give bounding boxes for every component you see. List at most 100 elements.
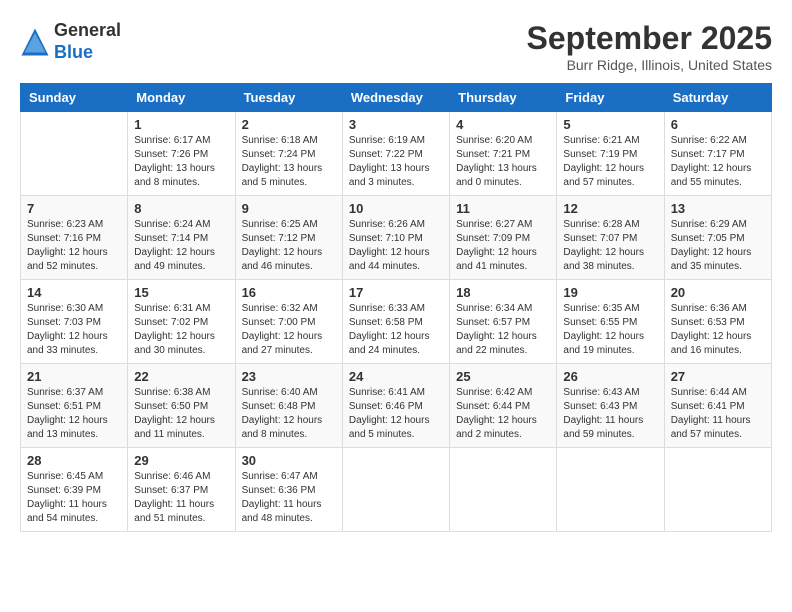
calendar-day-cell: 6 Sunrise: 6:22 AM Sunset: 7:17 PM Daylig…: [664, 112, 771, 196]
day-number: 19: [563, 285, 657, 300]
title-block: September 2025 Burr Ridge, Illinois, Uni…: [527, 20, 772, 73]
day-number: 15: [134, 285, 228, 300]
day-number: 17: [349, 285, 443, 300]
day-number: 23: [242, 369, 336, 384]
day-info: Sunrise: 6:35 AM Sunset: 6:55 PM Dayligh…: [563, 302, 657, 358]
calendar-day-cell: 27 Sunrise: 6:44 AM Sunset: 6:41 PM Dayli…: [664, 364, 771, 448]
day-info: Sunrise: 6:41 AM Sunset: 6:46 PM Dayligh…: [349, 386, 443, 442]
calendar-day-cell: [557, 448, 664, 532]
day-of-week-header: Sunday: [21, 84, 128, 112]
day-info: Sunrise: 6:18 AM Sunset: 7:24 PM Dayligh…: [242, 134, 336, 190]
calendar-week-row: 21Sunrise: 6:37 AM Sunset: 6:51 PM Dayli…: [21, 364, 772, 448]
month-title: September 2025: [527, 20, 772, 57]
calendar-week-row: 28 Sunrise: 6:45 AM Sunset: 6:39 PM Dayli…: [21, 448, 772, 532]
calendar-day-cell: 11 Sunrise: 6:27 AM Sunset: 7:09 PM Dayli…: [450, 196, 557, 280]
calendar-day-cell: 12 Sunrise: 6:28 AM Sunset: 7:07 PM Dayli…: [557, 196, 664, 280]
day-number: 10: [349, 201, 443, 216]
location: Burr Ridge, Illinois, United States: [527, 57, 772, 73]
day-number: 27: [671, 369, 765, 384]
day-number: 20: [671, 285, 765, 300]
day-info: Sunrise: 6:20 AM Sunset: 7:21 PM Dayligh…: [456, 134, 550, 190]
logo: General Blue: [20, 20, 121, 63]
calendar-day-cell: 25 Sunrise: 6:42 AM Sunset: 6:44 PM Dayli…: [450, 364, 557, 448]
calendar-day-cell: [664, 448, 771, 532]
calendar-day-cell: 28 Sunrise: 6:45 AM Sunset: 6:39 PM Dayli…: [21, 448, 128, 532]
calendar-day-cell: 13 Sunrise: 6:29 AM Sunset: 7:05 PM Dayli…: [664, 196, 771, 280]
calendar-day-cell: 4 Sunrise: 6:20 AM Sunset: 7:21 PM Daylig…: [450, 112, 557, 196]
day-info: Sunrise: 6:22 AM Sunset: 7:17 PM Dayligh…: [671, 134, 765, 190]
day-number: 13: [671, 201, 765, 216]
day-info: Sunrise: 6:28 AM Sunset: 7:07 PM Dayligh…: [563, 218, 657, 274]
day-number: 12: [563, 201, 657, 216]
day-info: Sunrise: 6:40 AM Sunset: 6:48 PM Dayligh…: [242, 386, 336, 442]
day-info: Sunrise: 6:29 AM Sunset: 7:05 PM Dayligh…: [671, 218, 765, 274]
calendar-day-cell: 17 Sunrise: 6:33 AM Sunset: 6:58 PM Dayli…: [342, 280, 449, 364]
day-number: 26: [563, 369, 657, 384]
day-info: Sunrise: 6:31 AM Sunset: 7:02 PM Dayligh…: [134, 302, 228, 358]
day-of-week-header: Tuesday: [235, 84, 342, 112]
day-number: 24: [349, 369, 443, 384]
day-number: 6: [671, 117, 765, 132]
calendar-day-cell: 16Sunrise: 6:32 AM Sunset: 7:00 PM Dayli…: [235, 280, 342, 364]
day-info: Sunrise: 6:30 AM Sunset: 7:03 PM Dayligh…: [27, 302, 121, 358]
day-number: 11: [456, 201, 550, 216]
day-info: Sunrise: 6:25 AM Sunset: 7:12 PM Dayligh…: [242, 218, 336, 274]
day-number: 30: [242, 453, 336, 468]
day-of-week-header: Thursday: [450, 84, 557, 112]
calendar-day-cell: 9 Sunrise: 6:25 AM Sunset: 7:12 PM Daylig…: [235, 196, 342, 280]
day-number: 5: [563, 117, 657, 132]
calendar-day-cell: 18 Sunrise: 6:34 AM Sunset: 6:57 PM Dayli…: [450, 280, 557, 364]
day-number: 1: [134, 117, 228, 132]
calendar-day-cell: 1 Sunrise: 6:17 AM Sunset: 7:26 PM Daylig…: [128, 112, 235, 196]
day-number: 28: [27, 453, 121, 468]
day-info: Sunrise: 6:27 AM Sunset: 7:09 PM Dayligh…: [456, 218, 550, 274]
day-number: 29: [134, 453, 228, 468]
day-info: Sunrise: 6:43 AM Sunset: 6:43 PM Dayligh…: [563, 386, 657, 442]
calendar-day-cell: 3Sunrise: 6:19 AM Sunset: 7:22 PM Daylig…: [342, 112, 449, 196]
day-of-week-header: Monday: [128, 84, 235, 112]
day-number: 7: [27, 201, 121, 216]
day-info: Sunrise: 6:42 AM Sunset: 6:44 PM Dayligh…: [456, 386, 550, 442]
calendar-header-row: SundayMondayTuesdayWednesdayThursdayFrid…: [21, 84, 772, 112]
day-info: Sunrise: 6:46 AM Sunset: 6:37 PM Dayligh…: [134, 470, 228, 526]
calendar-day-cell: 10Sunrise: 6:26 AM Sunset: 7:10 PM Dayli…: [342, 196, 449, 280]
day-number: 9: [242, 201, 336, 216]
day-info: Sunrise: 6:23 AM Sunset: 7:16 PM Dayligh…: [27, 218, 121, 274]
calendar-day-cell: 23 Sunrise: 6:40 AM Sunset: 6:48 PM Dayli…: [235, 364, 342, 448]
day-info: Sunrise: 6:37 AM Sunset: 6:51 PM Dayligh…: [27, 386, 121, 442]
calendar-day-cell: 26 Sunrise: 6:43 AM Sunset: 6:43 PM Dayli…: [557, 364, 664, 448]
calendar-day-cell: 22Sunrise: 6:38 AM Sunset: 6:50 PM Dayli…: [128, 364, 235, 448]
day-number: 4: [456, 117, 550, 132]
page-header: General Blue September 2025 Burr Ridge, …: [20, 20, 772, 73]
day-info: Sunrise: 6:45 AM Sunset: 6:39 PM Dayligh…: [27, 470, 121, 526]
day-info: Sunrise: 6:24 AM Sunset: 7:14 PM Dayligh…: [134, 218, 228, 274]
calendar-week-row: 7 Sunrise: 6:23 AM Sunset: 7:16 PM Daylig…: [21, 196, 772, 280]
calendar-day-cell: 2 Sunrise: 6:18 AM Sunset: 7:24 PM Daylig…: [235, 112, 342, 196]
calendar-day-cell: [342, 448, 449, 532]
calendar-day-cell: 21Sunrise: 6:37 AM Sunset: 6:51 PM Dayli…: [21, 364, 128, 448]
day-info: Sunrise: 6:17 AM Sunset: 7:26 PM Dayligh…: [134, 134, 228, 190]
calendar-day-cell: 24 Sunrise: 6:41 AM Sunset: 6:46 PM Dayli…: [342, 364, 449, 448]
day-number: 22: [134, 369, 228, 384]
day-of-week-header: Saturday: [664, 84, 771, 112]
calendar-day-cell: 30 Sunrise: 6:47 AM Sunset: 6:36 PM Dayli…: [235, 448, 342, 532]
day-info: Sunrise: 6:44 AM Sunset: 6:41 PM Dayligh…: [671, 386, 765, 442]
calendar-day-cell: 7 Sunrise: 6:23 AM Sunset: 7:16 PM Daylig…: [21, 196, 128, 280]
calendar-day-cell: [21, 112, 128, 196]
day-number: 25: [456, 369, 550, 384]
calendar-day-cell: 14Sunrise: 6:30 AM Sunset: 7:03 PM Dayli…: [21, 280, 128, 364]
logo-text: General Blue: [54, 20, 121, 63]
calendar-day-cell: 19 Sunrise: 6:35 AM Sunset: 6:55 PM Dayli…: [557, 280, 664, 364]
calendar-day-cell: 8 Sunrise: 6:24 AM Sunset: 7:14 PM Daylig…: [128, 196, 235, 280]
day-info: Sunrise: 6:47 AM Sunset: 6:36 PM Dayligh…: [242, 470, 336, 526]
calendar-day-cell: 15 Sunrise: 6:31 AM Sunset: 7:02 PM Dayli…: [128, 280, 235, 364]
day-number: 8: [134, 201, 228, 216]
day-info: Sunrise: 6:34 AM Sunset: 6:57 PM Dayligh…: [456, 302, 550, 358]
day-number: 2: [242, 117, 336, 132]
day-number: 18: [456, 285, 550, 300]
day-info: Sunrise: 6:32 AM Sunset: 7:00 PM Dayligh…: [242, 302, 336, 358]
day-info: Sunrise: 6:33 AM Sunset: 6:58 PM Dayligh…: [349, 302, 443, 358]
day-info: Sunrise: 6:19 AM Sunset: 7:22 PM Dayligh…: [349, 134, 443, 190]
logo-icon: [20, 27, 50, 57]
calendar-day-cell: 20Sunrise: 6:36 AM Sunset: 6:53 PM Dayli…: [664, 280, 771, 364]
